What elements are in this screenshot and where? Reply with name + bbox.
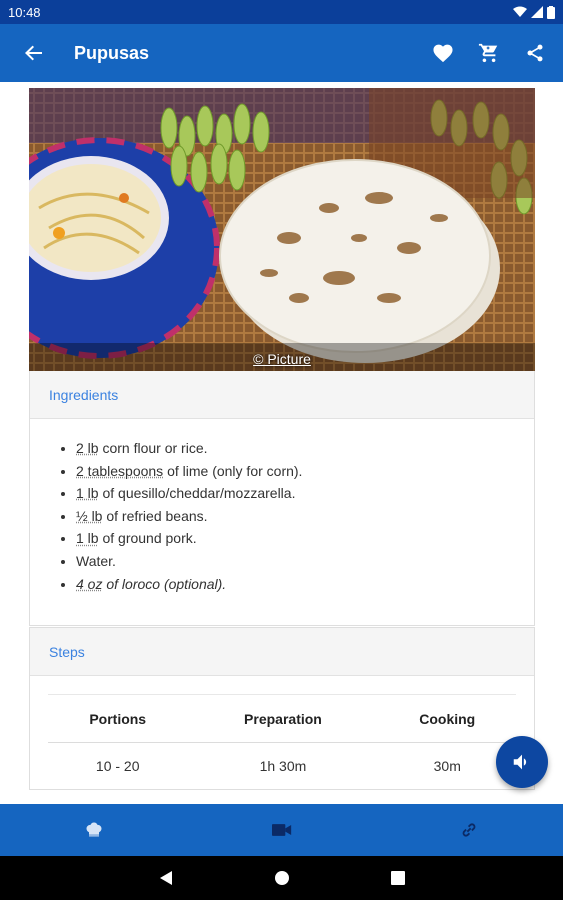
- app-bar-actions: [429, 39, 549, 67]
- status-icons: [513, 5, 555, 19]
- share-icon[interactable]: [521, 39, 549, 67]
- ingredients-list: 2 lb corn flour or rice. 2 tablespoons o…: [76, 437, 514, 595]
- recents-square-icon[interactable]: [390, 870, 406, 886]
- ingredients-card: Ingredients 2 lb corn flour or rice. 2 t…: [29, 371, 535, 627]
- list-item: 1 lb of ground pork.: [76, 527, 514, 550]
- back-triangle-icon[interactable]: [158, 870, 174, 886]
- photo-credit-link[interactable]: © Picture: [29, 351, 535, 367]
- signal-icon: [531, 6, 543, 18]
- read-aloud-button[interactable]: [496, 736, 548, 788]
- list-item: 2 tablespoons of lime (only for corn).: [76, 460, 514, 483]
- preparation-value: 1h 30m: [259, 757, 307, 774]
- tab-recipe[interactable]: [0, 804, 188, 856]
- video-icon: [271, 824, 291, 836]
- volume-icon: [513, 754, 527, 770]
- bottom-nav: [0, 804, 563, 856]
- favorite-icon[interactable]: [429, 39, 457, 67]
- home-circle-icon[interactable]: [274, 870, 290, 886]
- table-row: 10 - 20 1h 30m 30m: [48, 743, 516, 789]
- recipe-content[interactable]: © Picture Ingredients 2 lb corn flour or…: [29, 88, 535, 804]
- steps-header[interactable]: Steps: [30, 628, 534, 677]
- column-header: Preparation: [187, 694, 379, 744]
- battery-icon: [547, 5, 555, 19]
- list-item: 2 lb corn flour or rice.: [76, 437, 514, 460]
- cart-icon[interactable]: [475, 39, 503, 67]
- list-item: Water.: [76, 550, 514, 573]
- arrow-back-icon[interactable]: [14, 33, 54, 73]
- recipe-photo: © Picture: [29, 88, 535, 371]
- wifi-icon: [513, 6, 527, 17]
- tab-link[interactable]: [375, 804, 563, 856]
- steps-table: Portions Preparation Cooking 10 - 20 1h …: [48, 694, 516, 789]
- tab-video[interactable]: [188, 804, 376, 856]
- chef-hat-icon: [86, 822, 102, 837]
- pupusas-photo: [29, 88, 535, 371]
- link-icon: [462, 823, 476, 837]
- ingredients-header[interactable]: Ingredients: [30, 371, 534, 419]
- page-title: Pupusas: [74, 42, 150, 63]
- app-bar: Pupusas: [0, 24, 563, 82]
- column-header: Portions: [48, 694, 188, 744]
- system-nav-bar: [0, 856, 563, 900]
- portions-value: 10 - 20: [95, 757, 140, 774]
- column-header: Cooking: [378, 694, 516, 744]
- status-bar: 10:48: [0, 0, 563, 24]
- steps-card: Steps Portions Preparation Cooking 10 - …: [29, 627, 535, 790]
- list-item: ½ lb of refried beans.: [76, 505, 514, 528]
- list-item: 1 lb of quesillo/cheddar/mozzarella.: [76, 482, 514, 505]
- status-time: 10:48: [8, 4, 41, 20]
- list-item: 4 oz of loroco (optional).: [76, 573, 514, 596]
